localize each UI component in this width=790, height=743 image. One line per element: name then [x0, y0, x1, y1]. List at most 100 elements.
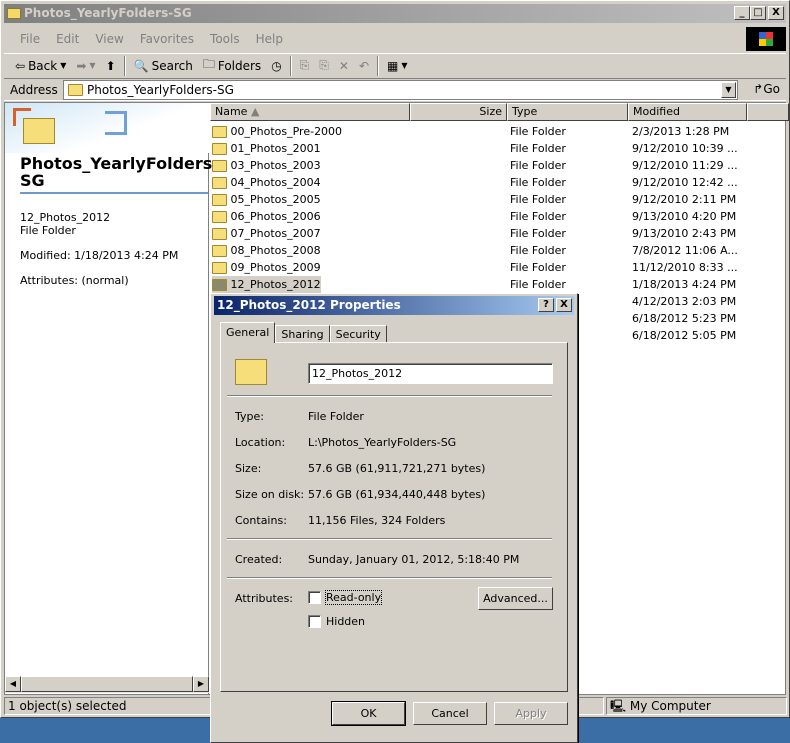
file-modified: 9/13/2010 4:20 PM — [632, 210, 737, 223]
search-icon: 🔍 — [133, 58, 149, 73]
menu-edit[interactable]: Edit — [48, 32, 87, 46]
chevron-down-icon: ▼ — [89, 61, 96, 70]
file-row[interactable]: 12_Photos_2012 File Folder 1/18/2013 4:24 … — [210, 276, 770, 293]
minimize-button[interactable]: _ — [734, 6, 750, 20]
divider — [123, 55, 126, 76]
folder-icon — [212, 143, 227, 155]
selected-modified: Modified: 1/18/2013 4:24 PM — [20, 249, 179, 262]
file-row[interactable]: 00_Photos_Pre-2000 File Folder 2/3/2013 1:… — [210, 123, 770, 140]
readonly-checkbox[interactable]: Read-only — [308, 590, 383, 605]
properties-dialog: 12_Photos_2012 Properties ? X General Sh… — [210, 293, 578, 743]
undo-button[interactable]: ↶ — [354, 55, 374, 77]
file-modified: 9/12/2010 11:29 ... — [632, 159, 738, 172]
file-row[interactable]: 07_Photos_2007 File Folder 9/13/2010 2:43 … — [210, 225, 770, 242]
file-type: File Folder — [510, 125, 566, 138]
size-label: Size: — [235, 462, 262, 475]
cancel-button[interactable]: Cancel — [413, 702, 487, 725]
tab-security[interactable]: Security — [329, 325, 387, 343]
folders-icon: 🗀 — [202, 57, 215, 71]
up-folder-icon: ⬆ — [105, 58, 116, 73]
column-header-size[interactable]: Size — [410, 103, 507, 121]
back-arrow-icon: ⇦ — [15, 58, 26, 73]
created-label: Created: — [235, 553, 283, 566]
selected-name: 12_Photos_2012 — [20, 211, 111, 224]
chevron-down-icon: ▼ — [401, 61, 408, 70]
maximize-button[interactable]: □ — [750, 6, 766, 20]
folder-icon — [212, 262, 227, 274]
type-label: Type: — [235, 410, 264, 423]
apply-button[interactable]: Apply — [494, 702, 568, 725]
folders-button[interactable]: 🗀 Folders — [198, 55, 266, 77]
forward-button[interactable]: ➡ ▼ — [71, 55, 100, 77]
scroll-right-button[interactable]: ▶ — [193, 676, 209, 692]
file-modified: 4/12/2013 2:03 PM — [632, 295, 737, 308]
column-header-name[interactable]: Name ▲ — [210, 103, 410, 121]
column-header-filler — [747, 103, 789, 121]
tab-general[interactable]: General — [220, 322, 276, 343]
folder-icon — [212, 194, 227, 206]
file-type: File Folder — [510, 193, 566, 206]
horizontal-scrollbar[interactable]: ◀ ▶ — [5, 676, 209, 693]
file-type: File Folder — [510, 244, 566, 257]
divider — [227, 538, 552, 540]
file-row[interactable]: 08_Photos_2008 File Folder 7/8/2012 11:06 … — [210, 242, 770, 259]
menu-view[interactable]: View — [87, 32, 131, 46]
tab-sharing[interactable]: Sharing — [275, 325, 330, 343]
column-header-modified[interactable]: Modified — [628, 103, 747, 121]
divider — [289, 55, 292, 76]
go-button[interactable]: ↱Go — [753, 82, 780, 96]
file-type: File Folder — [510, 261, 566, 274]
history-button[interactable]: ◷ — [266, 55, 286, 77]
file-row[interactable]: 09_Photos_2009 File Folder 11/12/2010 8:33… — [210, 259, 770, 276]
file-type: File Folder — [510, 210, 566, 223]
help-button[interactable]: ? — [538, 298, 554, 312]
folder-icon — [68, 84, 83, 96]
file-row[interactable]: 03_Photos_2003 File Folder 9/12/2010 11:29… — [210, 157, 770, 174]
copy-to-icon: ⎘ — [319, 58, 329, 72]
hidden-checkbox[interactable]: Hidden — [308, 615, 365, 628]
file-name: 03_Photos_2003 — [212, 157, 321, 174]
banner-graphic — [5, 103, 209, 153]
column-header-type[interactable]: Type — [507, 103, 628, 121]
dialog-close-button[interactable]: X — [556, 298, 572, 312]
folder-name-input[interactable]: 12_Photos_2012 — [308, 363, 553, 384]
address-input[interactable]: Photos_YearlyFolders-SG ▼ — [63, 80, 738, 100]
folder-icon — [7, 8, 21, 19]
file-row[interactable]: 04_Photos_2004 File Folder 9/12/2010 12:42… — [210, 174, 770, 191]
copy-to-button[interactable]: ⎘ — [314, 55, 334, 77]
chevron-down-icon: ▼ — [60, 61, 67, 70]
file-row[interactable]: 05_Photos_2005 File Folder 9/12/2010 2:11 … — [210, 191, 770, 208]
back-button[interactable]: ⇦ Back ▼ — [10, 55, 71, 77]
delete-button[interactable]: ✕ — [334, 55, 354, 77]
file-name: 06_Photos_2006 — [212, 208, 321, 225]
views-button[interactable]: ▦ ▼ — [382, 55, 413, 77]
menu-tools[interactable]: Tools — [202, 32, 248, 46]
menu-help[interactable]: Help — [248, 32, 291, 46]
address-dropdown-button[interactable]: ▼ — [721, 82, 736, 98]
details-pane: Photos_YearlyFolders-SG 12_Photos_2012 F… — [5, 103, 219, 694]
menu-favorites[interactable]: Favorites — [132, 32, 202, 46]
general-panel: 12_Photos_2012 Type: File Folder Locatio… — [220, 342, 568, 692]
ok-button[interactable]: OK — [331, 701, 406, 726]
menu-file[interactable]: File — [12, 32, 48, 46]
scroll-thumb[interactable] — [21, 676, 193, 692]
move-to-button[interactable]: ⎘ — [295, 55, 315, 77]
search-button[interactable]: 🔍 Search — [129, 55, 198, 77]
file-row[interactable]: 01_Photos_2001 File Folder 9/12/2010 10:39… — [210, 140, 770, 157]
up-folder-button[interactable]: ⬆ — [101, 55, 121, 77]
folder-icon — [23, 118, 55, 144]
scroll-left-button[interactable]: ◀ — [5, 676, 21, 692]
advanced-button[interactable]: Advanced... — [478, 587, 553, 610]
file-row[interactable]: 06_Photos_2006 File Folder 9/13/2010 4:20 … — [210, 208, 770, 225]
size-on-disk-label: Size on disk: — [235, 488, 305, 501]
folder-icon — [235, 359, 267, 385]
close-button[interactable]: X — [768, 6, 784, 20]
file-modified: 2/3/2013 1:28 PM — [632, 125, 730, 138]
contains-value: 11,156 Files, 324 Folders — [308, 514, 446, 527]
dialog-title: 12_Photos_2012 Properties — [217, 298, 401, 312]
file-modified: 9/12/2010 2:11 PM — [632, 193, 737, 206]
contains-label: Contains: — [235, 514, 287, 527]
delete-icon: ✕ — [338, 58, 349, 73]
file-name: 12_Photos_2012 — [212, 276, 321, 293]
file-modified: 7/8/2012 11:06 A... — [632, 244, 738, 257]
